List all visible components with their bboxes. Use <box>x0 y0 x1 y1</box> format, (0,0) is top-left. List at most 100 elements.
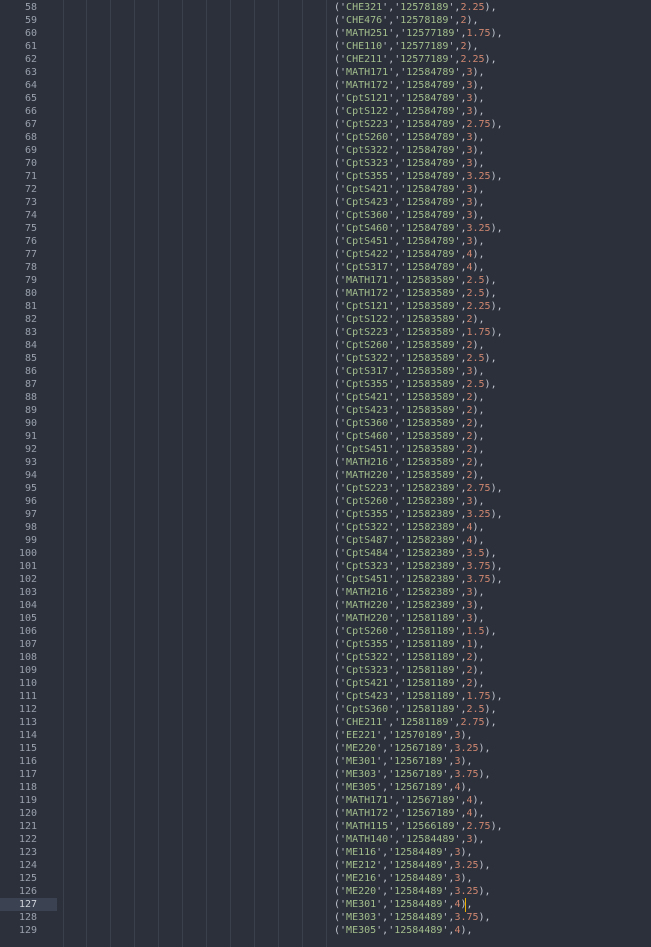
code-text[interactable]: ('CptS355','12582389',3.25), <box>334 508 503 521</box>
code-line-90[interactable]: 90 ('CptS360','12583589',2), <box>0 417 651 430</box>
code-line-100[interactable]: 100 ('CptS484','12582389',3.5), <box>0 547 651 560</box>
code-line-62[interactable]: 62 ('CHE211','12577189',2.25), <box>0 53 651 66</box>
code-text[interactable]: ('MATH115','12566189',2.75), <box>334 820 503 833</box>
code-text[interactable]: ('CptS421','12581189',2), <box>334 677 485 690</box>
code-line-119[interactable]: 119 ('MATH171','12567189',4), <box>0 794 651 807</box>
code-text[interactable]: ('CptS487','12582389',4), <box>334 534 485 547</box>
code-text[interactable]: ('CptS451','12584789',3), <box>334 235 485 248</box>
code-text[interactable]: ('CptS421','12584789',3), <box>334 183 485 196</box>
code-text[interactable]: ('MATH220','12583589',2), <box>334 469 485 482</box>
code-text[interactable]: ('CptS323','12582389',3.75), <box>334 560 503 573</box>
code-text[interactable]: ('CHE321','12578189',2.25), <box>334 1 497 14</box>
code-text[interactable]: ('MATH220','12582389',3), <box>334 599 485 612</box>
code-text[interactable]: ('CptS360','12581189',2.5), <box>334 703 497 716</box>
code-line-91[interactable]: 91 ('CptS460','12583589',2), <box>0 430 651 443</box>
code-text[interactable]: ('CHE211','12581189',2.75), <box>334 716 497 729</box>
code-text[interactable]: ('CptS260','12584789',3), <box>334 131 485 144</box>
code-line-70[interactable]: 70 ('CptS323','12584789',3), <box>0 157 651 170</box>
code-text[interactable]: ('CptS260','12583589',2), <box>334 339 485 352</box>
code-line-125[interactable]: 125 ('ME216','12584489',3), <box>0 872 651 885</box>
code-line-80[interactable]: 80 ('MATH172','12583589',2.5), <box>0 287 651 300</box>
code-line-99[interactable]: 99 ('CptS487','12582389',4), <box>0 534 651 547</box>
code-text[interactable]: ('CptS422','12584789',4), <box>334 248 485 261</box>
code-text[interactable]: ('CptS317','12583589',3), <box>334 365 485 378</box>
code-text[interactable]: ('MATH220','12581189',3), <box>334 612 485 625</box>
code-text[interactable]: ('CptS121','12584789',3), <box>334 92 485 105</box>
code-text[interactable]: ('MATH171','12583589',2.5), <box>334 274 497 287</box>
code-text[interactable]: ('ME220','12567189',3.25), <box>334 742 491 755</box>
code-line-105[interactable]: 105 ('MATH220','12581189',3), <box>0 612 651 625</box>
code-line-63[interactable]: 63 ('MATH171','12584789',3), <box>0 66 651 79</box>
code-line-129[interactable]: 129 ('ME305','12584489',4), <box>0 924 651 937</box>
code-text[interactable]: ('CptS223','12583589',1.75), <box>334 326 503 339</box>
code-line-97[interactable]: 97 ('CptS355','12582389',3.25), <box>0 508 651 521</box>
code-text[interactable]: ('CptS360','12584789',3), <box>334 209 485 222</box>
code-text[interactable]: ('CptS451','12582389',3.75), <box>334 573 503 586</box>
code-text[interactable]: ('ME116','12584489',3), <box>334 846 473 859</box>
code-line-127[interactable]: 127 ('ME301','12584489',4), <box>0 898 651 912</box>
code-editor[interactable]: 58 ('CHE321','12578189',2.25), 59 ('CHE4… <box>0 0 651 947</box>
code-text[interactable]: ('CptS322','12583589',2.5), <box>334 352 497 365</box>
code-line-79[interactable]: 79 ('MATH171','12583589',2.5), <box>0 274 651 287</box>
code-text[interactable]: ('CptS460','12584789',3.25), <box>334 222 503 235</box>
code-text[interactable]: ('ME216','12584489',3), <box>334 872 473 885</box>
code-text[interactable]: ('CptS322','12584789',3), <box>334 144 485 157</box>
code-line-60[interactable]: 60 ('MATH251','12577189',1.75), <box>0 27 651 40</box>
code-text[interactable]: ('ME305','12567189',4), <box>334 781 473 794</box>
code-text[interactable]: ('CptS423','12581189',1.75), <box>334 690 503 703</box>
code-line-117[interactable]: 117 ('ME303','12567189',3.75), <box>0 768 651 781</box>
code-text[interactable]: ('ME305','12584489',4), <box>334 924 473 937</box>
code-line-58[interactable]: 58 ('CHE321','12578189',2.25), <box>0 1 651 14</box>
code-text[interactable]: ('CptS122','12583589',2), <box>334 313 485 326</box>
code-text[interactable]: ('CptS122','12584789',3), <box>334 105 485 118</box>
code-line-112[interactable]: 112 ('CptS360','12581189',2.5), <box>0 703 651 716</box>
code-line-88[interactable]: 88 ('CptS421','12583589',2), <box>0 391 651 404</box>
code-line-93[interactable]: 93 ('MATH216','12583589',2), <box>0 456 651 469</box>
code-line-106[interactable]: 106 ('CptS260','12581189',1.5), <box>0 625 651 638</box>
code-line-73[interactable]: 73 ('CptS423','12584789',3), <box>0 196 651 209</box>
code-line-104[interactable]: 104 ('MATH220','12582389',3), <box>0 599 651 612</box>
code-line-126[interactable]: 126 ('ME220','12584489',3.25), <box>0 885 651 898</box>
code-text[interactable]: ('CptS322','12581189',2), <box>334 651 485 664</box>
code-line-108[interactable]: 108 ('CptS322','12581189',2), <box>0 651 651 664</box>
code-line-94[interactable]: 94 ('MATH220','12583589',2), <box>0 469 651 482</box>
code-line-111[interactable]: 111 ('CptS423','12581189',1.75), <box>0 690 651 703</box>
code-line-123[interactable]: 123 ('ME116','12584489',3), <box>0 846 651 859</box>
code-lines[interactable]: 58 ('CHE321','12578189',2.25), 59 ('CHE4… <box>0 1 651 937</box>
code-text[interactable]: ('CHE110','12577189',2), <box>334 40 479 53</box>
code-line-77[interactable]: 77 ('CptS422','12584789',4), <box>0 248 651 261</box>
code-text[interactable]: ('CptS355','12583589',2.5), <box>334 378 497 391</box>
code-text[interactable]: ('CptS260','12582389',3), <box>334 495 485 508</box>
code-line-75[interactable]: 75 ('CptS460','12584789',3.25), <box>0 222 651 235</box>
code-text[interactable]: ('CptS451','12583589',2), <box>334 443 485 456</box>
code-line-81[interactable]: 81 ('CptS121','12583589',2.25), <box>0 300 651 313</box>
code-text[interactable]: ('ME303','12584489',3.75), <box>334 911 491 924</box>
code-text[interactable]: ('ME301','12584489',4), <box>334 898 473 911</box>
code-text[interactable]: ('MATH172','12567189',4), <box>334 807 485 820</box>
code-line-116[interactable]: 116 ('ME301','12567189',3), <box>0 755 651 768</box>
code-text[interactable]: ('CptS317','12584789',4), <box>334 261 485 274</box>
code-line-124[interactable]: 124 ('ME212','12584489',3.25), <box>0 859 651 872</box>
code-text[interactable]: ('CptS223','12584789',2.75), <box>334 118 503 131</box>
code-line-69[interactable]: 69 ('CptS322','12584789',3), <box>0 144 651 157</box>
code-line-114[interactable]: 114 ('EE221','12570189',3), <box>0 729 651 742</box>
code-line-85[interactable]: 85 ('CptS322','12583589',2.5), <box>0 352 651 365</box>
code-line-71[interactable]: 71 ('CptS355','12584789',3.25), <box>0 170 651 183</box>
code-line-120[interactable]: 120 ('MATH172','12567189',4), <box>0 807 651 820</box>
code-line-110[interactable]: 110 ('CptS421','12581189',2), <box>0 677 651 690</box>
code-text[interactable]: ('CptS421','12583589',2), <box>334 391 485 404</box>
code-text[interactable]: ('CptS323','12581189',2), <box>334 664 485 677</box>
code-text[interactable]: ('MATH216','12582389',3), <box>334 586 485 599</box>
code-line-87[interactable]: 87 ('CptS355','12583589',2.5), <box>0 378 651 391</box>
code-text[interactable]: ('CptS323','12584789',3), <box>334 157 485 170</box>
code-line-59[interactable]: 59 ('CHE476','12578189',2), <box>0 14 651 27</box>
code-line-96[interactable]: 96 ('CptS260','12582389',3), <box>0 495 651 508</box>
code-line-107[interactable]: 107 ('CptS355','12581189',1), <box>0 638 651 651</box>
code-text[interactable]: ('CptS423','12584789',3), <box>334 196 485 209</box>
code-line-86[interactable]: 86 ('CptS317','12583589',3), <box>0 365 651 378</box>
code-line-83[interactable]: 83 ('CptS223','12583589',1.75), <box>0 326 651 339</box>
code-text[interactable]: ('CHE476','12578189',2), <box>334 14 479 27</box>
code-line-122[interactable]: 122 ('MATH140','12584489',3), <box>0 833 651 846</box>
code-line-118[interactable]: 118 ('ME305','12567189',4), <box>0 781 651 794</box>
code-line-64[interactable]: 64 ('MATH172','12584789',3), <box>0 79 651 92</box>
